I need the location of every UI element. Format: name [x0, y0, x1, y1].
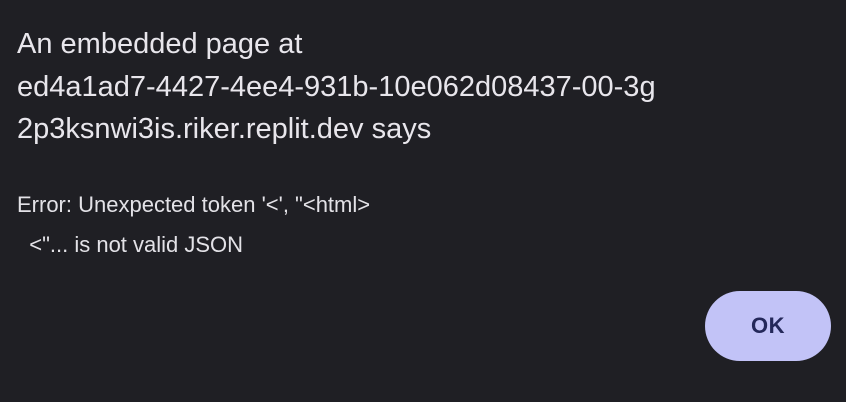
dialog-title: An embedded page at ed4a1ad7-4427-4ee4-9…	[17, 28, 656, 145]
ok-button[interactable]: OK	[705, 291, 831, 361]
alert-dialog: An embedded page at ed4a1ad7-4427-4ee4-9…	[0, 0, 846, 402]
dialog-message: Error: Unexpected token '<', "<html> <".…	[17, 192, 371, 257]
